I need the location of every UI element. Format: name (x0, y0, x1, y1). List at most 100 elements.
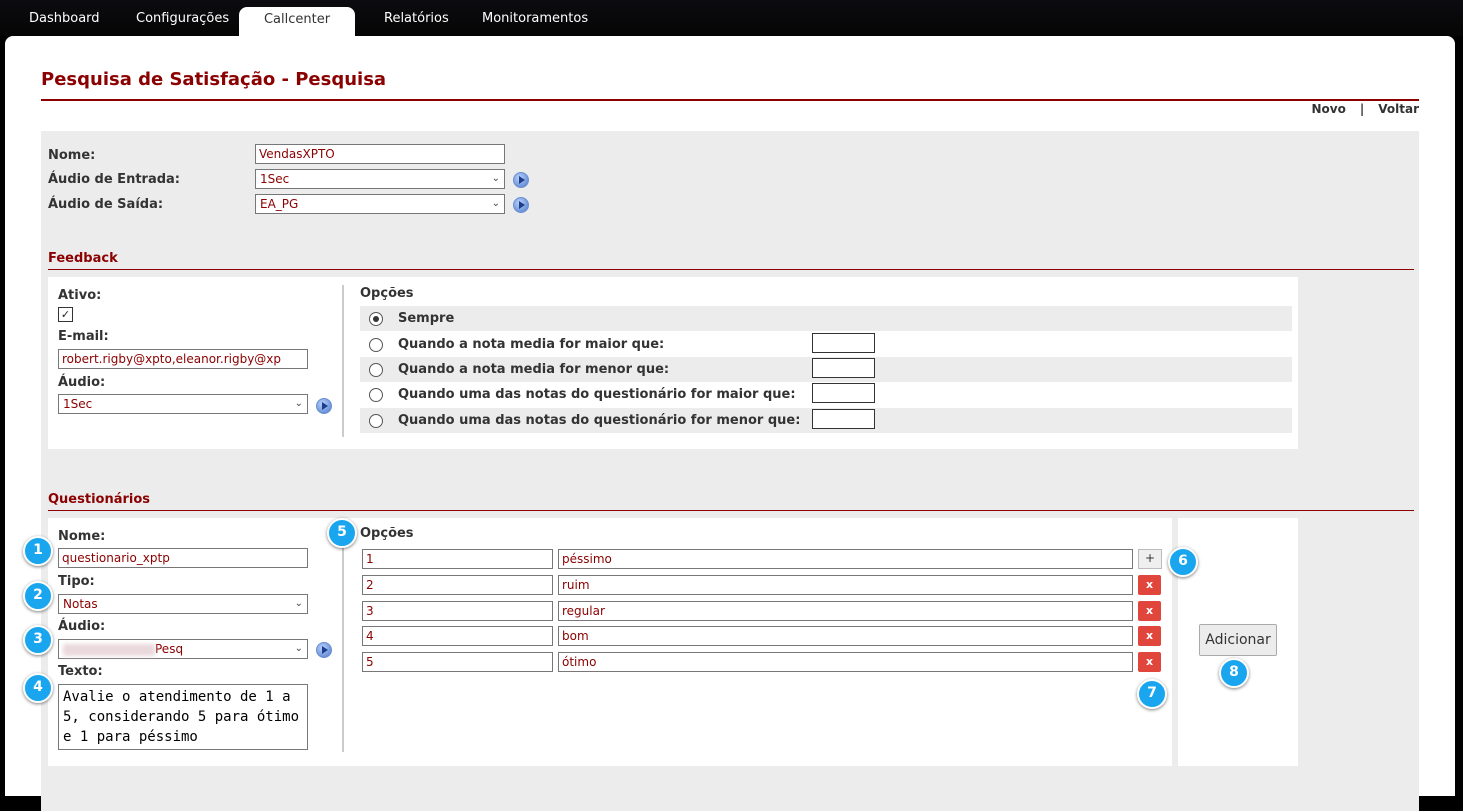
chevron-down-icon: ⌄ (294, 598, 303, 609)
feedback-box: Ativo: ✓ E-mail: robert.rigby@xpto,elean… (48, 277, 1298, 449)
play-icon[interactable] (316, 642, 332, 658)
feedback-divider (48, 269, 1414, 270)
form-panel: Nome: VendasXPTO Áudio de Entrada: 1Sec ⌄… (41, 131, 1419, 811)
audio-label: Áudio: (58, 375, 106, 390)
feedback-option-label: Quando uma das notas do questionário for… (398, 387, 796, 402)
page-actions: Novo | Voltar (1312, 102, 1420, 116)
callout-marker: 1 (23, 536, 53, 566)
option-value-input[interactable]: 2 (362, 575, 553, 595)
threshold-input[interactable] (812, 358, 875, 378)
chevron-down-icon: ⌄ (294, 398, 303, 409)
option-value-input[interactable]: 5 (362, 652, 553, 672)
option-value-input[interactable]: 1 (362, 549, 553, 569)
threshold-input[interactable] (812, 383, 875, 403)
vertical-divider (342, 526, 344, 752)
play-icon[interactable] (316, 398, 332, 414)
callout-marker: 5 (327, 518, 357, 548)
feedback-option-row[interactable]: Quando a nota media for menor que: (360, 357, 1292, 382)
callout-marker: 2 (23, 581, 53, 611)
tab-monitoramentos[interactable]: Monitoramentos (482, 0, 588, 36)
option-value-input[interactable]: 3 (362, 601, 553, 621)
audio-entrada-label: Áudio de Entrada: (48, 172, 180, 187)
tab-relatorios[interactable]: Relatórios (384, 0, 449, 36)
callout-marker: 8 (1219, 658, 1249, 688)
radio-button[interactable] (369, 338, 383, 352)
voltar-link[interactable]: Voltar (1378, 102, 1419, 116)
play-icon[interactable] (513, 197, 529, 213)
radio-button[interactable] (369, 312, 383, 326)
tab-dashboard[interactable]: Dashboard (29, 0, 100, 36)
remove-option-button[interactable]: x (1138, 626, 1161, 646)
feedback-option-label: Quando uma das notas do questionário for… (398, 413, 801, 428)
chevron-down-icon: ⌄ (294, 643, 303, 654)
novo-link[interactable]: Novo (1312, 102, 1346, 116)
feedback-option-row[interactable]: Quando uma das notas do questionário for… (360, 408, 1292, 433)
email-input[interactable]: robert.rigby@xpto,eleanor.rigby@xp (58, 349, 308, 369)
title-divider (41, 99, 1419, 101)
feedback-option-row[interactable]: Quando a nota media for maior que: (360, 332, 1292, 357)
adicionar-button[interactable]: Adicionar (1199, 624, 1277, 656)
q-audio-label: Áudio: (58, 619, 106, 634)
feedback-options-heading: Opções (360, 286, 414, 301)
nome-label: Nome: (48, 148, 96, 163)
play-icon[interactable] (513, 172, 529, 188)
blurred-text (63, 643, 155, 656)
q-audio-select[interactable]: Pesq ⌄ (58, 639, 308, 659)
q-tipo-select[interactable]: Notas ⌄ (58, 594, 308, 614)
radio-button[interactable] (369, 363, 383, 377)
audio-entrada-value: 1Sec (260, 172, 290, 186)
option-label-input[interactable]: ruim (558, 575, 1133, 595)
feedback-audio-select[interactable]: 1Sec ⌄ (58, 394, 308, 414)
feedback-audio-value: 1Sec (63, 397, 93, 411)
feedback-option-label: Sempre (398, 311, 455, 326)
threshold-input[interactable] (812, 333, 875, 353)
tab-callcenter[interactable]: Callcenter (239, 7, 355, 36)
feedback-option-row[interactable]: Sempre (360, 306, 1292, 331)
option-label-input[interactable]: regular (558, 601, 1133, 621)
questionarios-divider (48, 510, 1414, 511)
questionarios-heading: Questionários (48, 492, 151, 507)
callout-marker: 7 (1137, 679, 1167, 709)
add-option-button[interactable]: + (1138, 549, 1162, 569)
remove-option-button[interactable]: x (1138, 652, 1161, 672)
vertical-divider (342, 285, 344, 437)
top-navigation: Dashboard Configurações Callcenter Relat… (0, 0, 1463, 36)
threshold-input[interactable] (812, 409, 875, 429)
link-separator: | (1359, 102, 1365, 116)
option-label-input[interactable]: péssimo (558, 549, 1133, 569)
audio-entrada-select[interactable]: 1Sec ⌄ (255, 169, 505, 189)
ativo-label: Ativo: (58, 288, 102, 303)
option-label-input[interactable]: ótimo (558, 652, 1133, 672)
callout-marker: 6 (1168, 547, 1198, 577)
radio-button[interactable] (369, 388, 383, 402)
q-nome-input[interactable]: questionario_xptp (58, 548, 308, 568)
questionario-box: Nome: questionario_xptp Tipo: Notas ⌄ Áud… (48, 518, 1172, 766)
option-value-input[interactable]: 4 (362, 626, 553, 646)
feedback-option-row[interactable]: Quando uma das notas do questionário for… (360, 382, 1292, 407)
audio-saida-value: EA_PG (260, 197, 299, 211)
feedback-heading: Feedback (48, 251, 118, 266)
chevron-down-icon: ⌄ (491, 198, 500, 209)
callout-marker: 3 (23, 625, 53, 655)
callout-marker: 4 (23, 673, 53, 703)
feedback-option-label: Quando a nota media for menor que: (398, 362, 670, 377)
q-texto-label: Texto: (58, 664, 103, 679)
nome-input[interactable]: VendasXPTO (255, 144, 505, 164)
q-texto-textarea[interactable]: Avalie o atendimento de 1 a 5, considera… (58, 684, 308, 750)
audio-saida-select[interactable]: EA_PG ⌄ (255, 194, 505, 214)
ativo-checkbox[interactable]: ✓ (58, 307, 73, 322)
email-label: E-mail: (58, 329, 109, 344)
option-label-input[interactable]: bom (558, 626, 1133, 646)
feedback-option-label: Quando a nota media for maior que: (398, 337, 665, 352)
q-audio-value: Pesq (155, 642, 184, 656)
q-nome-label: Nome: (58, 529, 106, 544)
q-tipo-label: Tipo: (58, 574, 95, 589)
q-options-heading: Opções (360, 526, 414, 541)
tab-configuracoes[interactable]: Configurações (136, 0, 229, 36)
page-title: Pesquisa de Satisfação - Pesquisa (41, 69, 387, 90)
radio-button[interactable] (369, 414, 383, 428)
remove-option-button[interactable]: x (1138, 601, 1161, 621)
audio-saida-label: Áudio de Saída: (48, 197, 164, 212)
remove-option-button[interactable]: x (1138, 575, 1161, 595)
q-tipo-value: Notas (63, 597, 98, 611)
